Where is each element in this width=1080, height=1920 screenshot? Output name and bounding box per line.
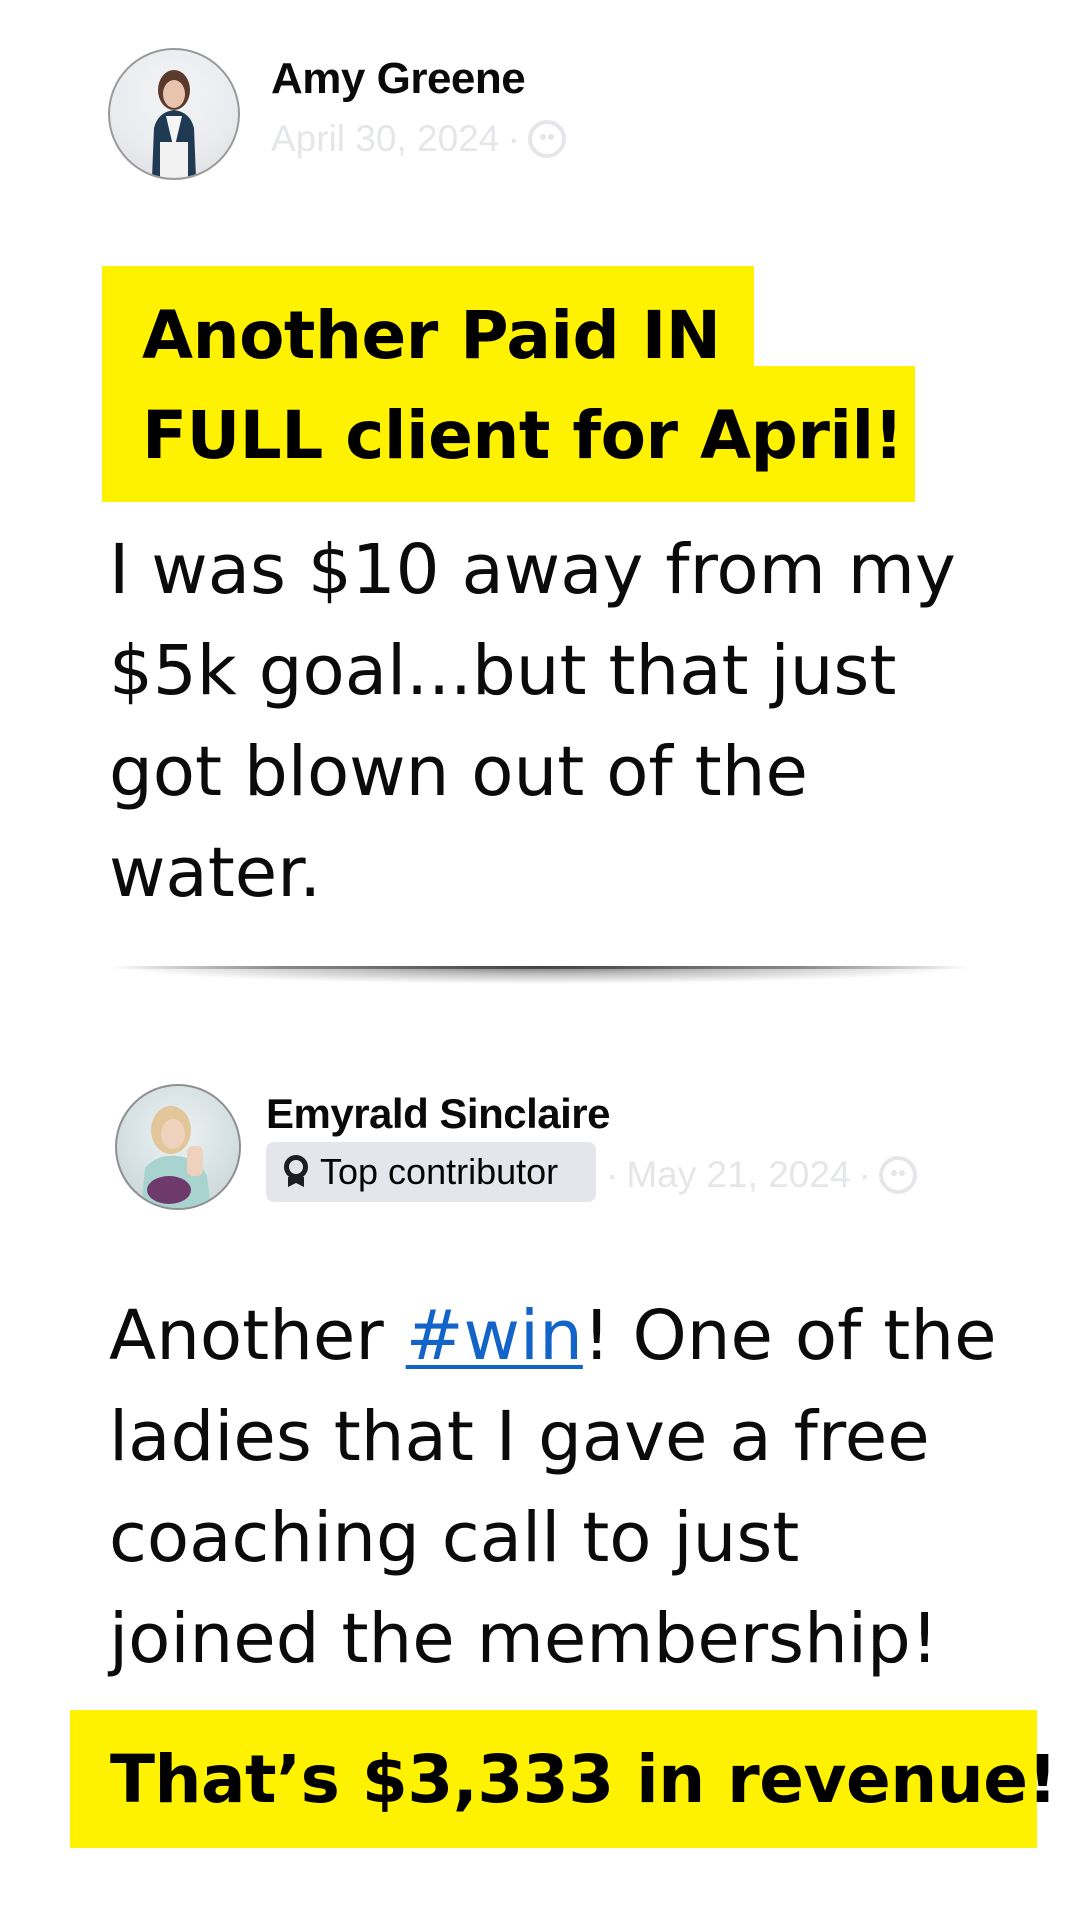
avatar-amy-greene[interactable] — [108, 48, 240, 180]
body-line: joined the membership! — [109, 1599, 939, 1679]
body-line: ladies that I gave a free — [109, 1397, 930, 1477]
globe-icon — [527, 120, 566, 158]
headline-line: Another Paid IN — [142, 297, 721, 374]
body-line: got blown out of the — [109, 732, 808, 812]
author-name[interactable]: Emyrald Sinclaire — [266, 1090, 611, 1138]
body-line: coaching call to just — [109, 1498, 800, 1578]
hashtag-link[interactable]: #win — [406, 1296, 583, 1376]
profile-photo-icon — [152, 70, 196, 178]
body-text: ! One of the — [582, 1296, 997, 1376]
post-date[interactable]: April 30, 2024 — [271, 118, 499, 160]
top-contributor-badge[interactable]: Top contributor — [266, 1142, 596, 1202]
body-line: water. — [109, 833, 322, 913]
headline-line: FULL client for April! — [142, 397, 904, 474]
section-divider — [110, 966, 970, 1010]
revenue-text: That’s $3,333 in revenue! — [110, 1740, 1058, 1818]
body-line: I was $10 away from my — [109, 530, 956, 610]
medal-icon — [284, 1155, 308, 1189]
revenue-highlight: That’s $3,333 in revenue! — [70, 1710, 1058, 1848]
meta-separator: · — [858, 1154, 871, 1195]
globe-icon — [878, 1156, 917, 1194]
body-line: Another #win! One of the — [109, 1286, 1049, 1387]
body-text: Another — [109, 1296, 406, 1376]
post-meta: April 30, 2024 · — [271, 118, 566, 160]
post-meta: · May 21, 2024 · — [606, 1154, 917, 1196]
body-line: $5k goal...but that just — [109, 631, 897, 711]
post-date[interactable]: May 21, 2024 — [626, 1154, 850, 1196]
post-body: Another #win! One of the ladies that I g… — [109, 1286, 1049, 1690]
headline: Another Paid IN FULL client for April! — [142, 286, 922, 486]
badge-label: Top contributor — [320, 1151, 559, 1192]
author-name[interactable]: Amy Greene — [271, 54, 526, 104]
meta-separator: · — [507, 118, 520, 159]
post-body: I was $10 away from my $5k goal...but th… — [109, 520, 1009, 924]
meta-separator: · — [606, 1154, 619, 1195]
profile-photo-icon — [141, 1106, 211, 1208]
avatar-emyrald-sinclaire[interactable] — [115, 1084, 241, 1210]
